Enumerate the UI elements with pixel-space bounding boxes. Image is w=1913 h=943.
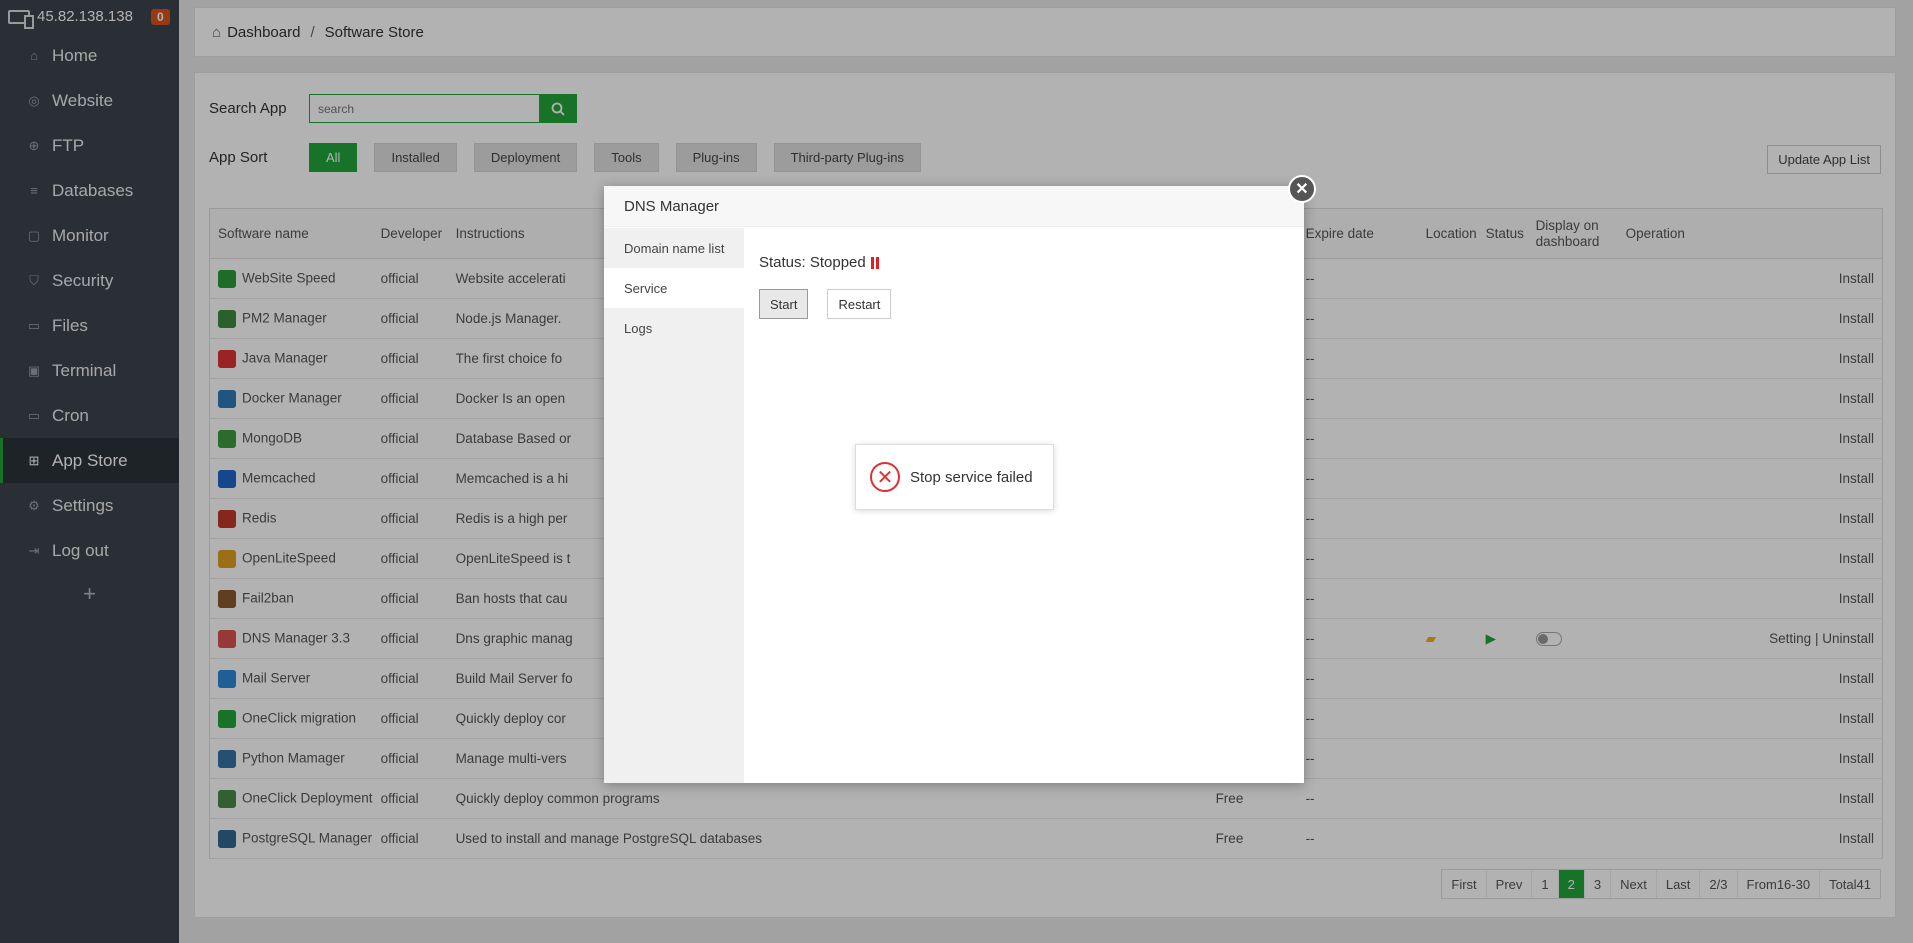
tab-domain-name-list[interactable]: Domain name list xyxy=(604,228,744,268)
service-status: Status: Stopped xyxy=(759,254,910,271)
stopped-icon xyxy=(870,256,879,269)
close-icon[interactable]: ✕ xyxy=(1288,175,1316,203)
dialog-tab-list: Domain name list Service Logs xyxy=(604,228,744,783)
error-toast: ✕ Stop service failed xyxy=(855,444,1054,510)
service-panel: Status: Stopped Start Restart xyxy=(759,228,910,319)
status-text: Status: Stopped xyxy=(759,254,866,271)
tab-service[interactable]: Service xyxy=(604,268,744,308)
start-button[interactable]: Start xyxy=(759,289,809,319)
dialog-title: DNS Manager xyxy=(604,186,1304,227)
error-icon: ✕ xyxy=(870,462,900,492)
tab-logs[interactable]: Logs xyxy=(604,308,744,348)
service-buttons: Start Restart xyxy=(759,289,910,319)
toast-message: Stop service failed xyxy=(910,468,1033,486)
restart-button[interactable]: Restart xyxy=(827,289,892,319)
